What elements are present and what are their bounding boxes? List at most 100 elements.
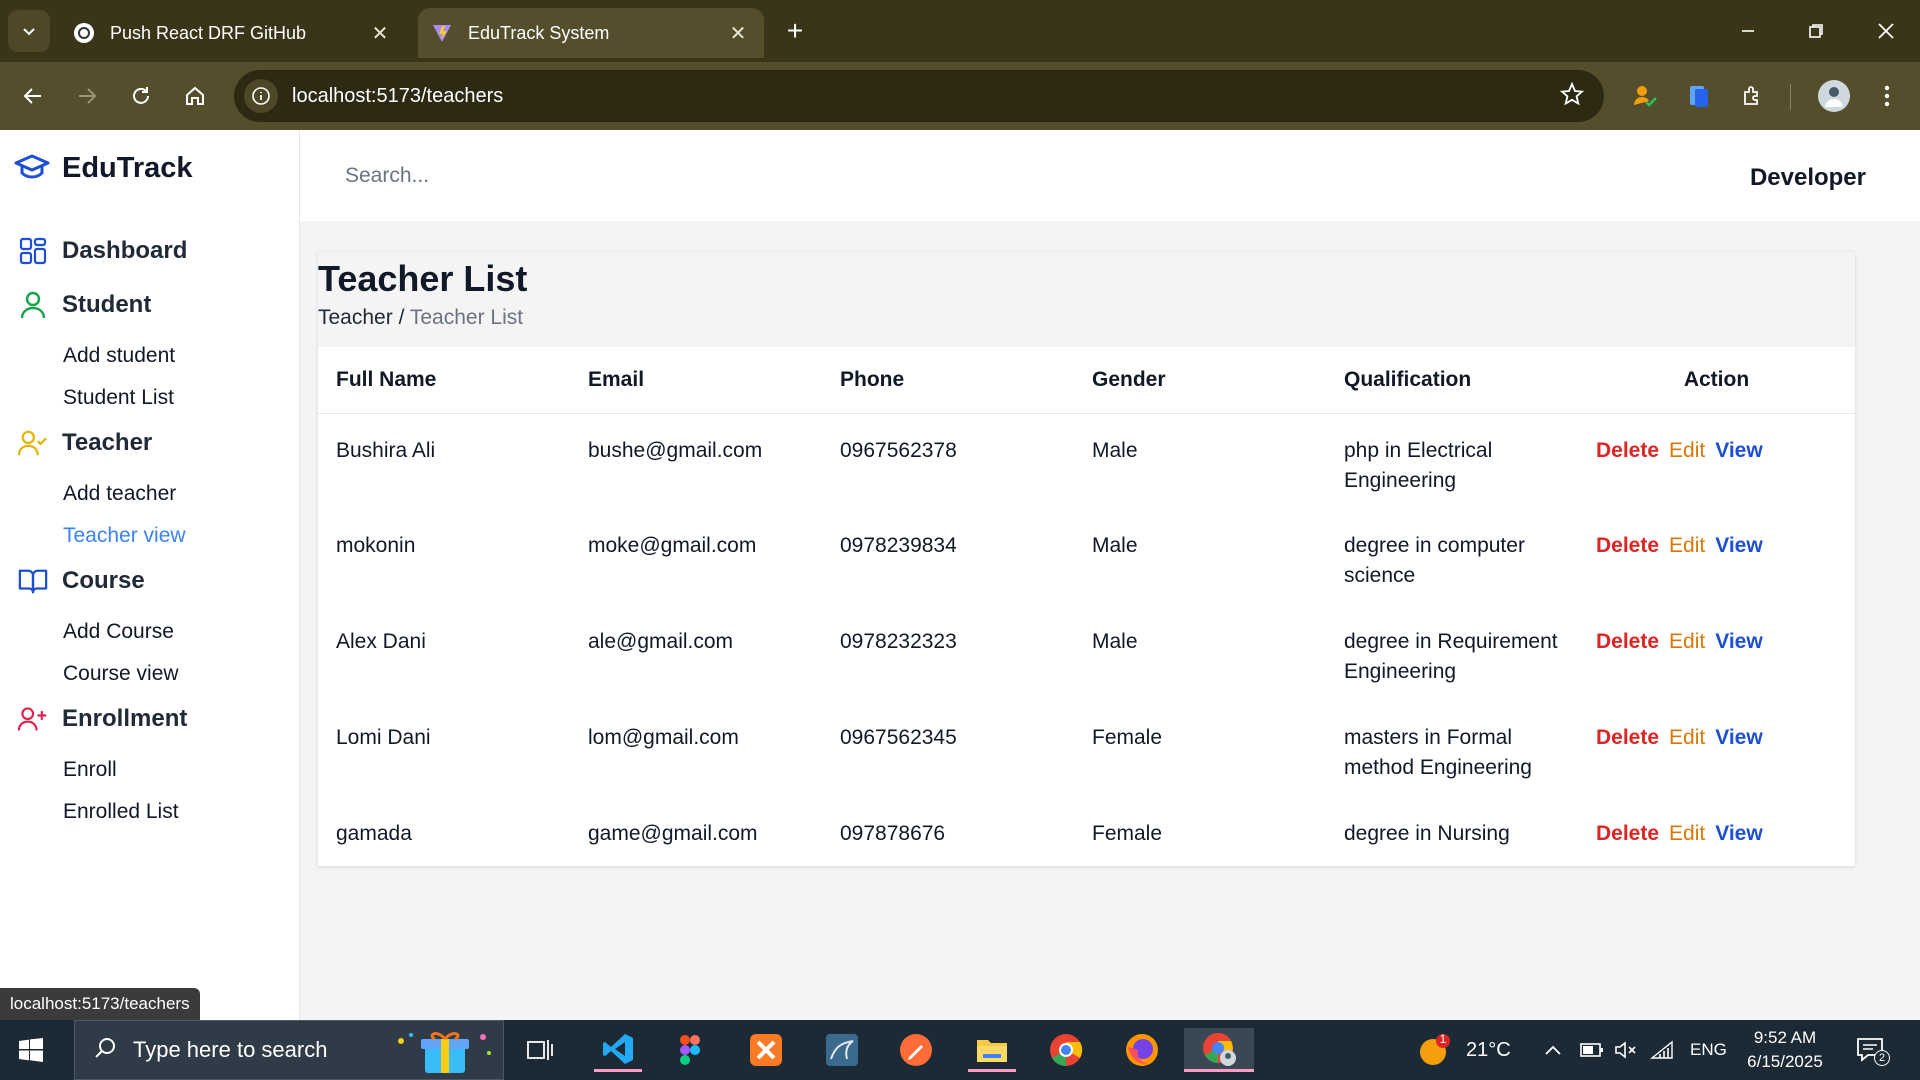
back-button[interactable]	[14, 77, 52, 115]
battery-icon[interactable]	[1580, 1020, 1604, 1080]
sidebar-item-student[interactable]: Student	[18, 290, 151, 320]
view-button[interactable]: View	[1715, 439, 1762, 462]
sidebar-item-teacher[interactable]: Teacher	[18, 428, 152, 458]
minimize-button[interactable]	[1728, 12, 1768, 50]
site-info-icon[interactable]	[244, 79, 278, 113]
firefox-icon[interactable]	[1118, 1028, 1166, 1072]
mysql-workbench-icon[interactable]	[818, 1028, 866, 1072]
browser-tab-bar: Push React DRF GitHub ✕ EduTrack System …	[0, 0, 1920, 62]
restore-button[interactable]	[1796, 12, 1836, 50]
wifi-icon[interactable]	[1650, 1020, 1674, 1080]
browser-menu-button[interactable]	[1868, 77, 1906, 115]
sidebar-item-enroll[interactable]: Enroll	[63, 758, 117, 782]
table-header-row: Full Name Email Phone Gender Qualificati…	[318, 347, 1855, 413]
sidebar-item-add-teacher[interactable]: Add teacher	[63, 482, 176, 506]
delete-button[interactable]: Delete	[1596, 534, 1659, 557]
close-icon[interactable]: ✕	[366, 19, 394, 47]
system-clock[interactable]: 9:52 AM 6/15/2025	[1740, 1026, 1830, 1074]
new-tab-button[interactable]: +	[778, 14, 812, 48]
close-icon[interactable]: ✕	[724, 19, 752, 47]
forward-button[interactable]	[68, 77, 106, 115]
edit-button[interactable]: Edit	[1669, 726, 1705, 749]
sidebar-item-course[interactable]: Course	[18, 566, 145, 596]
cell-email: moke@gmail.com	[588, 534, 757, 557]
delete-button[interactable]: Delete	[1596, 726, 1659, 749]
chrome-profile-icon[interactable]	[1184, 1028, 1254, 1072]
cell-name: Lomi Dani	[336, 726, 431, 749]
close-window-button[interactable]	[1866, 12, 1906, 50]
volume-muted-icon[interactable]	[1614, 1020, 1638, 1080]
edit-button[interactable]: Edit	[1669, 439, 1705, 462]
view-button[interactable]: View	[1715, 534, 1762, 557]
edit-button[interactable]: Edit	[1669, 822, 1705, 845]
bookmark-star-icon[interactable]	[1559, 81, 1585, 111]
card-header: Teacher List Teacher / Teacher List	[318, 252, 1855, 347]
postman-icon[interactable]	[892, 1028, 940, 1072]
view-button[interactable]: View	[1715, 726, 1762, 749]
teacher-list-card: Teacher List Teacher / Teacher List Full…	[318, 252, 1855, 866]
dashboard-grid-icon	[18, 236, 48, 266]
brand[interactable]: EduTrack	[14, 150, 193, 186]
address-bar[interactable]: localhost:5173/teachers	[234, 70, 1604, 122]
chrome-icon[interactable]	[1042, 1028, 1090, 1072]
notification-center-button[interactable]: 2	[1856, 1020, 1890, 1080]
sidebar-item-teacher-view[interactable]: Teacher view	[63, 524, 186, 548]
weather-widget[interactable]: 1 21°C	[1418, 1020, 1511, 1080]
restore-icon	[1809, 24, 1823, 38]
search-input[interactable]	[345, 157, 745, 195]
sidebar-item-student-list[interactable]: Student List	[63, 386, 174, 410]
sidebar-item-dashboard[interactable]: Dashboard	[18, 236, 187, 266]
tab-search-button[interactable]	[8, 10, 50, 52]
file-explorer-icon[interactable]	[968, 1028, 1016, 1072]
sidebar-item-add-course[interactable]: Add Course	[63, 620, 174, 644]
cell-phone: 0967562378	[840, 438, 957, 462]
url-text[interactable]: localhost:5173/teachers	[292, 85, 503, 108]
sidebar-item-label: Dashboard	[62, 237, 188, 264]
user-plus-icon	[18, 704, 48, 734]
profile-avatar[interactable]	[1818, 80, 1850, 112]
taskbar-search[interactable]: Type here to search	[74, 1020, 504, 1080]
user-name[interactable]: Developer	[1750, 164, 1866, 192]
reload-button[interactable]	[122, 77, 160, 115]
figma-icon[interactable]	[666, 1028, 714, 1072]
breadcrumb-parent[interactable]: Teacher	[318, 306, 393, 329]
edit-button[interactable]: Edit	[1669, 534, 1705, 557]
cell-phone: 0978232323	[840, 630, 957, 653]
sidebar-item-course-view[interactable]: Course view	[63, 662, 179, 686]
close-icon	[1878, 23, 1894, 39]
edit-button[interactable]: Edit	[1669, 630, 1705, 653]
extension-docs-icon[interactable]	[1680, 77, 1718, 115]
xampp-icon[interactable]	[742, 1028, 790, 1072]
tab-title: Push React DRF GitHub	[110, 22, 307, 43]
qualification-text: degree in Requirement Engineering	[1344, 630, 1558, 683]
sidebar-item-enrollment[interactable]: Enrollment	[18, 704, 187, 734]
windows-start-icon[interactable]	[18, 1037, 44, 1063]
home-button[interactable]	[176, 77, 214, 115]
tab-push-react[interactable]: Push React DRF GitHub ✕	[60, 8, 406, 58]
sidebar-item-add-student[interactable]: Add student	[63, 344, 175, 368]
breadcrumb: Teacher / Teacher List	[318, 306, 523, 330]
extension-profile-check-icon[interactable]	[1626, 77, 1664, 115]
sidebar-item-label: Course	[62, 567, 145, 594]
teacher-table: Full Name Email Phone Gender Qualificati…	[318, 347, 1855, 861]
delete-button[interactable]: Delete	[1596, 822, 1659, 845]
cell-qualification: degree in Requirement Engineering	[1326, 605, 1578, 701]
clock-date: 6/15/2025	[1747, 1052, 1823, 1071]
delete-button[interactable]: Delete	[1596, 630, 1659, 653]
delete-button[interactable]: Delete	[1596, 439, 1659, 462]
tab-edutrack[interactable]: EduTrack System ✕	[418, 8, 764, 58]
sidebar-item-enrolled-list[interactable]: Enrolled List	[63, 800, 179, 824]
view-button[interactable]: View	[1715, 630, 1762, 653]
view-button[interactable]: View	[1715, 822, 1762, 845]
task-view-icon[interactable]	[516, 1028, 564, 1072]
vscode-icon[interactable]	[594, 1028, 642, 1072]
main-content: Developer Teacher List Teacher / Teacher…	[300, 130, 1920, 1020]
input-language[interactable]: ENG	[1690, 1020, 1727, 1080]
extensions-puzzle-icon[interactable]	[1734, 77, 1772, 115]
cell-name: mokonin	[336, 534, 416, 557]
cell-gender: Female	[1092, 822, 1163, 845]
cell-actions: Delete Edit View	[1578, 413, 1855, 509]
sidebar: EduTrack Dashboard Student Add student S…	[0, 130, 300, 1020]
show-hidden-icons-button[interactable]	[1544, 1020, 1562, 1080]
taskbar-search-placeholder: Type here to search	[133, 1037, 328, 1062]
